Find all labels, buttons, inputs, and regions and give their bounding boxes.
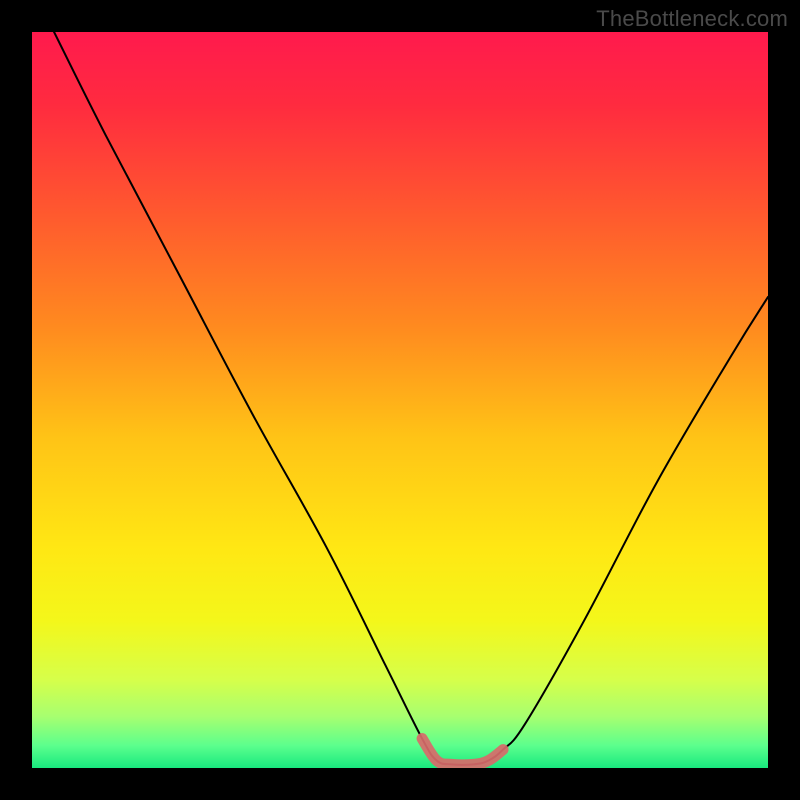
gradient-background — [32, 32, 768, 768]
watermark-text: TheBottleneck.com — [596, 6, 788, 32]
chart-frame: TheBottleneck.com — [0, 0, 800, 800]
bottleneck-chart — [32, 32, 768, 768]
plot-area — [32, 32, 768, 768]
